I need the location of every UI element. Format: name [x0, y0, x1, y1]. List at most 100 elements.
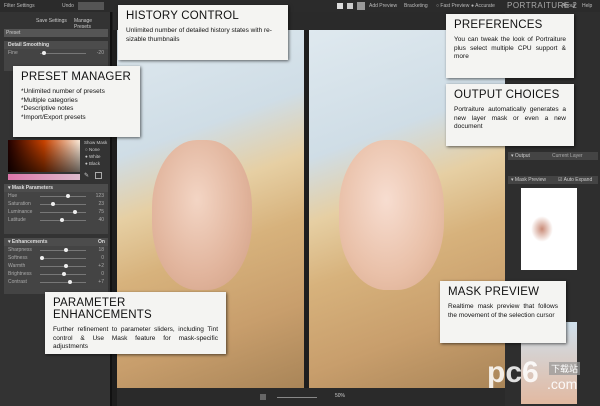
slider-track[interactable] [40, 272, 86, 276]
enhancements-toggle[interactable]: On [98, 238, 105, 246]
option-label: None [88, 147, 100, 152]
slider-knob[interactable] [66, 194, 71, 198]
slider-track[interactable] [40, 218, 86, 222]
mask-option-black[interactable]: ● Black [85, 161, 100, 166]
slider-value: 18 [98, 247, 104, 253]
split-horizontal-icon[interactable] [347, 3, 353, 9]
bracketing-button[interactable]: Bracketing [404, 3, 428, 9]
mask-option-white[interactable]: ● White [85, 154, 100, 159]
fine-value: -20 [96, 50, 104, 56]
slider-value: 40 [98, 217, 104, 223]
callout-mask-preview: MASK PREVIEW Realtime mask preview that … [440, 281, 566, 343]
slider-row: Contrast +7 [4, 278, 108, 286]
output-section: ▾ Output Current Layer [508, 152, 598, 160]
slider-label: Sharpness [8, 247, 32, 253]
callout-line: *Unlimited number of presets [21, 88, 105, 95]
slider-knob[interactable] [40, 256, 44, 260]
mask-preview-header: ▾ Mask Preview ☑ Auto Expand [508, 176, 598, 184]
slider-track[interactable] [40, 280, 86, 284]
enhancements-section: ▾ Enhancements On Sharpness 18 Softness 0 War… [4, 238, 108, 294]
slider-value: 123 [95, 193, 104, 199]
fine-slider-row: Fine -20 [4, 49, 108, 57]
callout-title: PRESET MANAGER [21, 71, 131, 83]
auto-expand-checkbox[interactable]: ☑ Auto Expand [558, 176, 592, 184]
detail-smoothing-header[interactable]: Detail Smoothing [4, 41, 108, 49]
filter-settings-title: Filter Settings [4, 3, 35, 9]
mask-parameters-header[interactable]: ▾ Mask Parameters [4, 184, 108, 192]
slider-track[interactable] [40, 202, 86, 206]
preset-dropdown[interactable]: Preset [4, 29, 108, 37]
zoom-level[interactable]: 50% [335, 393, 345, 399]
mask-tool-icon[interactable] [95, 172, 102, 179]
callout-preferences: PREFERENCES You can tweak the look of Po… [446, 14, 574, 78]
slider-label: Saturation [8, 201, 31, 207]
top-bar: Filter Settings Undo Add Preview Bracket… [0, 0, 600, 12]
callout-line: *Multiple categories [21, 96, 78, 104]
undo-dropdown[interactable] [78, 2, 104, 10]
section-title: Enhancements [11, 239, 48, 245]
slider-track[interactable] [40, 248, 86, 252]
mask-parameters-section: ▾ Mask Parameters Hue 123 Saturation 23 Lumi… [4, 184, 108, 234]
callout-preset-manager: PRESET MANAGER *Unlimited number of pres… [13, 66, 140, 137]
split-vertical-icon[interactable] [357, 2, 365, 10]
mask-preview-label: Mask Preview [514, 177, 547, 183]
fine-label: Fine [8, 50, 18, 56]
slider-label: Softness [8, 255, 28, 261]
callout-title: OUTPUT CHOICES [454, 89, 560, 101]
slider-track[interactable] [40, 194, 86, 198]
slider-label: Warmth [8, 263, 26, 269]
slider-track[interactable] [40, 256, 86, 260]
watermark-cn: 下载站 [549, 362, 581, 375]
slider-label: Brightness [8, 271, 32, 277]
slider-value: 0 [101, 255, 104, 261]
save-settings-button[interactable]: Save Settings [36, 18, 67, 24]
add-preview-button[interactable]: Add Preview [369, 3, 397, 9]
slider-label: Hue [8, 193, 18, 199]
output-dropdown[interactable]: Current Layer [552, 152, 583, 160]
hand-tool-icon[interactable] [260, 394, 266, 400]
callout-line: *Descriptive notes [21, 105, 74, 112]
about-link[interactable]: About [562, 3, 575, 9]
callout-text: Realtime mask preview that follows the m… [448, 303, 558, 319]
callout-history-control: HISTORY CONTROL Unlimited number of deta… [118, 5, 288, 60]
help-link[interactable]: Help [582, 3, 592, 9]
slider-knob[interactable] [64, 264, 69, 268]
eyedropper-icon[interactable]: ✎ [84, 172, 89, 179]
slider-knob[interactable] [61, 272, 66, 276]
callout-output-choices: OUTPUT CHOICES Portraiture automatically… [446, 84, 574, 146]
watermark-logo: pc6 [487, 356, 539, 389]
slider-knob[interactable] [50, 202, 55, 206]
accurate-label: Accurate [475, 3, 495, 9]
undo-button[interactable]: Undo [62, 3, 74, 9]
slider-label: Contrast [8, 279, 27, 285]
accurate-radio[interactable]: ● Accurate [471, 3, 495, 9]
slider-row: Hue 123 [4, 192, 108, 200]
slider-knob[interactable] [42, 51, 47, 55]
slider-value: 23 [98, 201, 104, 207]
slider-value: 0 [101, 271, 104, 277]
hue-strip[interactable] [8, 174, 80, 180]
fine-slider[interactable] [40, 51, 86, 55]
enhancements-header[interactable]: ▾ Enhancements On [4, 238, 108, 246]
mask-option-none[interactable]: ○ None [85, 147, 100, 152]
single-view-icon[interactable] [337, 3, 343, 9]
watermark-com: .com [547, 376, 578, 392]
slider-value: +7 [98, 279, 104, 285]
section-title: Mask Parameters [11, 185, 54, 191]
slider-row: Warmth +2 [4, 262, 108, 270]
slider-track[interactable] [40, 210, 86, 214]
slider-knob[interactable] [59, 218, 64, 222]
callout-text: Portraiture automatically generates a ne… [454, 106, 566, 130]
slider-track[interactable] [40, 264, 86, 268]
fast-preview-radio[interactable]: ○ Fast Preview [436, 3, 469, 9]
slider-knob[interactable] [72, 210, 77, 214]
slider-knob[interactable] [64, 248, 69, 252]
color-picker[interactable] [8, 140, 80, 172]
callout-line: *Import/Export presets [21, 113, 86, 121]
slider-label: Latitude [8, 217, 26, 223]
slider-row: Softness 0 [4, 254, 108, 262]
slider-row: Sharpness 18 [4, 246, 108, 254]
slider-knob[interactable] [68, 280, 73, 284]
option-label: Black [88, 161, 100, 166]
zoom-slider[interactable] [277, 397, 317, 398]
